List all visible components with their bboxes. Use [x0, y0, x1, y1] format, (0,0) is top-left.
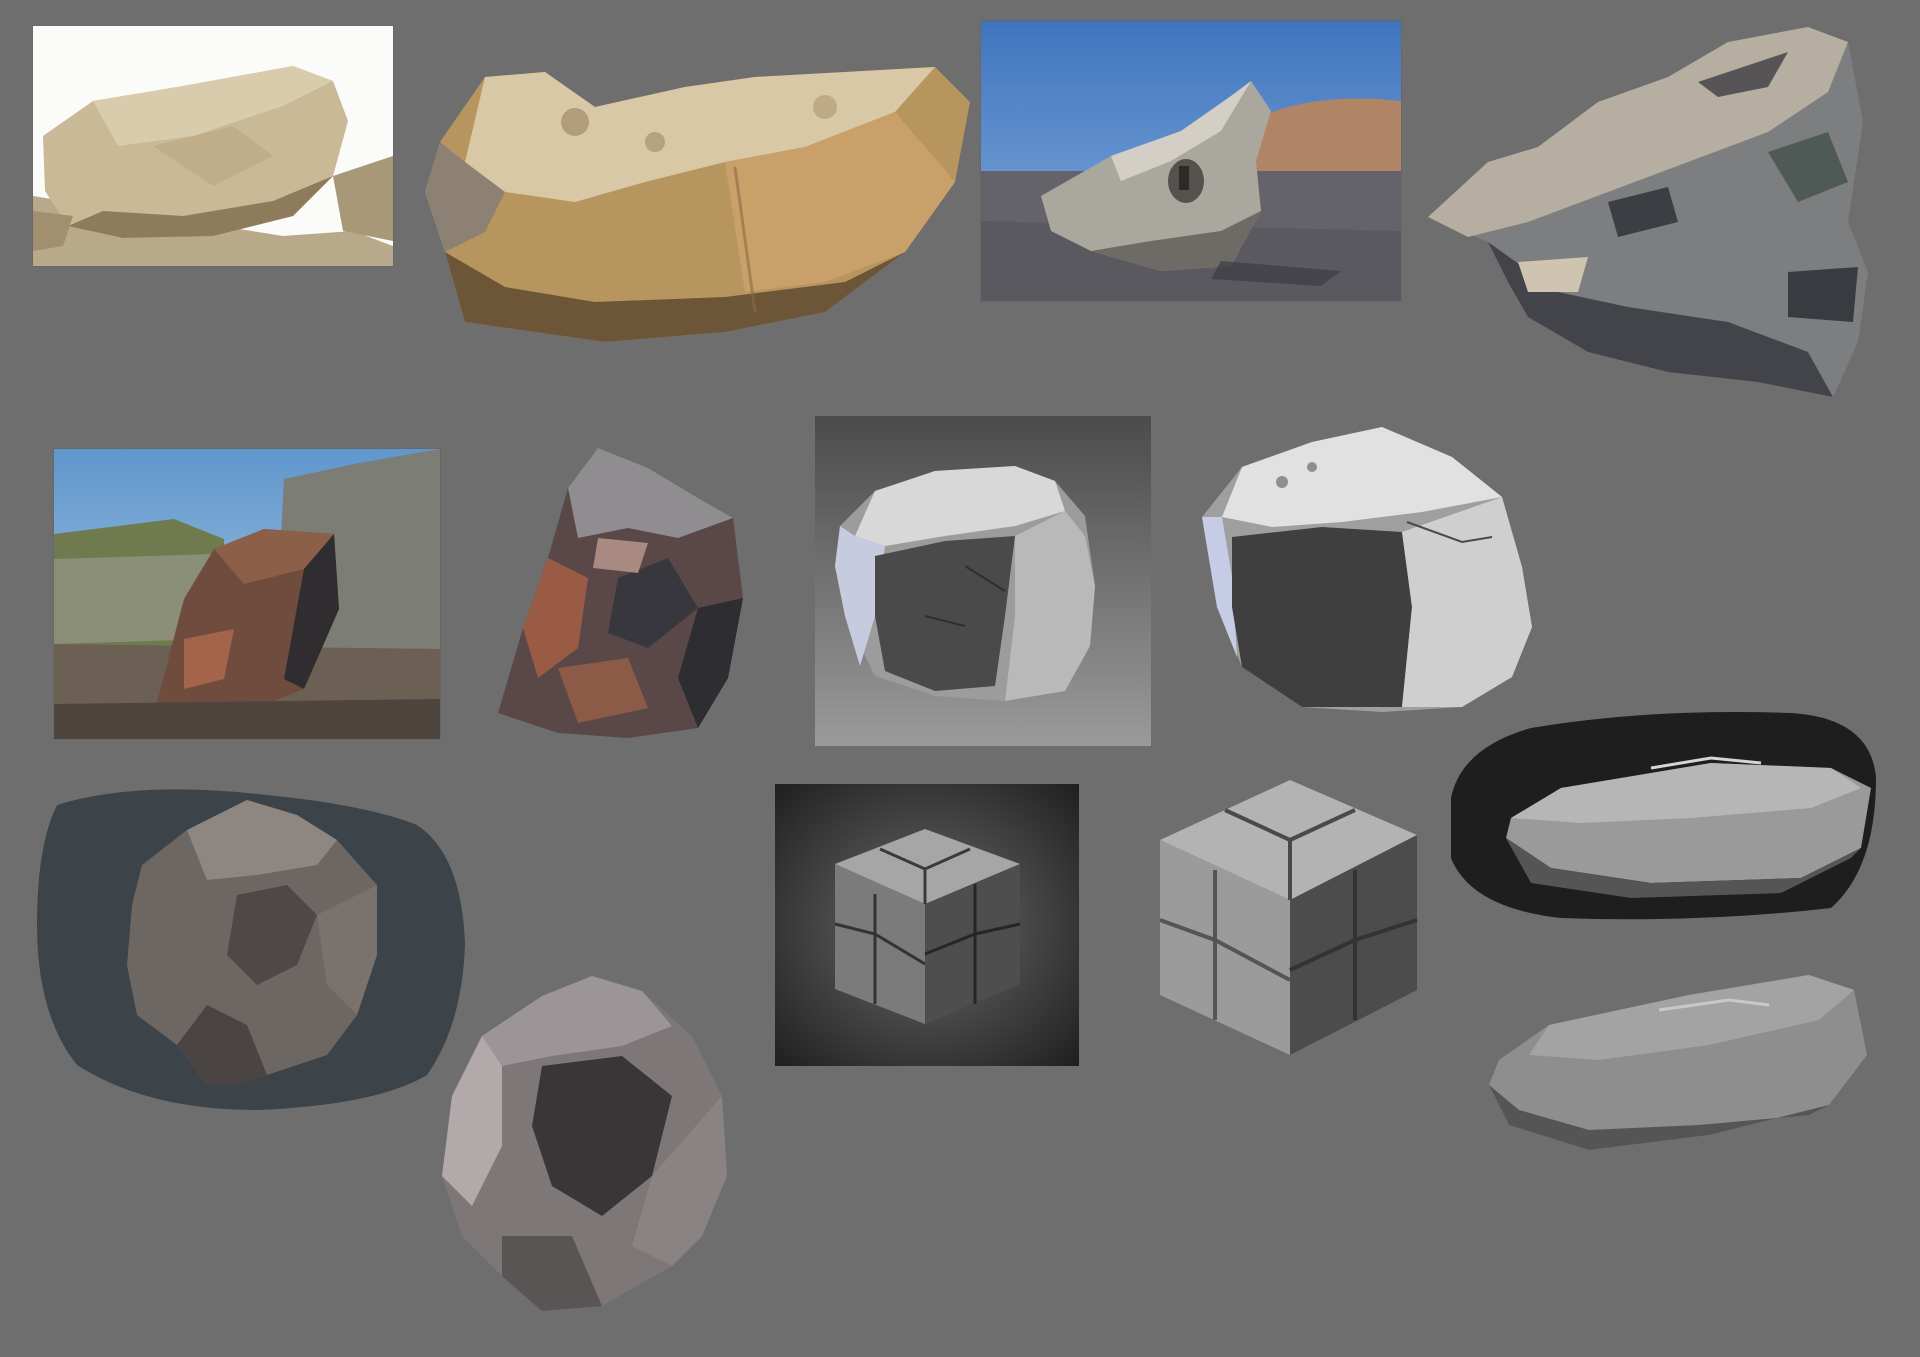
faceted-rock-render-image: [37, 789, 465, 1110]
desert-boulder-painting: [1428, 22, 1883, 402]
flat-slab-render-image: [1451, 712, 1876, 920]
sculpted-rock-render: [815, 416, 1151, 746]
faceted-rock-painting: [442, 976, 727, 1316]
flat-slab-painting: [1489, 965, 1867, 1155]
stone-cube-render: [775, 784, 1079, 1066]
sand-rock-painting: [425, 52, 975, 352]
stone-cube-render-image: [775, 784, 1079, 1066]
study-sheet: [0, 0, 1920, 1357]
desert-boulder-painting-image: [1428, 27, 1868, 397]
stone-cube-painting-image: [1159, 780, 1418, 1055]
coastal-boulder-painting: [498, 448, 743, 743]
coastal-boulder-photo: [54, 449, 440, 739]
sand-rock-painting-image: [425, 67, 970, 342]
faceted-rock-render: [37, 785, 465, 1110]
stone-cube-painting: [1155, 780, 1420, 1055]
sculpted-rock-painting-image: [1202, 427, 1532, 712]
desert-boulder-photo: [981, 21, 1401, 301]
coastal-boulder-painting-image: [498, 448, 743, 738]
sheet-description: [0, 0, 1, 1]
faceted-rock-painting-image: [442, 976, 727, 1311]
flat-slab-render: [1451, 708, 1876, 920]
desert-boulder-photo-image: [981, 21, 1401, 301]
sand-rock-photo: [33, 26, 393, 266]
flat-slab-painting-image: [1489, 975, 1867, 1150]
coastal-boulder-photo-image: [54, 449, 440, 739]
sculpted-rock-painting: [1202, 427, 1537, 712]
sculpted-rock-render-image: [815, 416, 1151, 746]
sand-rock-photo-image: [33, 26, 393, 266]
